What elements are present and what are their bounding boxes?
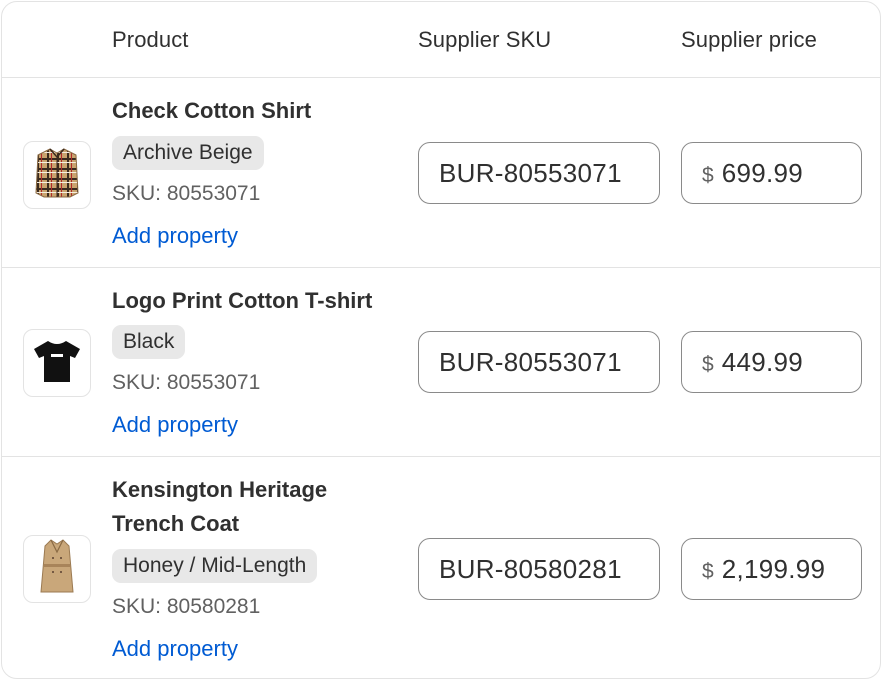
product-sku: SKU: 80553071: [112, 371, 261, 394]
price-value: 699.99: [721, 158, 804, 188]
column-header-supplier-price: Supplier price: [681, 27, 817, 52]
currency-symbol: $: [702, 353, 714, 376]
supplier-sku-input[interactable]: BUR-80553071: [418, 142, 660, 204]
add-property-link[interactable]: Add property: [112, 412, 238, 438]
variant-badge: Honey / Mid-Length: [112, 549, 318, 583]
product-thumbnail: [23, 535, 91, 603]
currency-symbol: $: [702, 164, 714, 187]
supplier-price-input[interactable]: $2,199.99: [681, 538, 862, 600]
supplier-price-input[interactable]: $449.99: [681, 331, 862, 393]
product-thumbnail: [23, 141, 91, 209]
product-name: Kensington Heritage: [112, 477, 328, 502]
table-header: Product Supplier SKU Supplier price: [2, 2, 880, 78]
table-row: Kensington Heritage Trench Coat Honey / …: [2, 457, 880, 678]
check-shirt-icon: [34, 145, 80, 206]
product-name: Check Cotton Shirt: [112, 98, 312, 123]
table-row: Check Cotton Shirt Archive Beige SKU: 80…: [2, 78, 880, 268]
add-property-link[interactable]: Add property: [112, 223, 238, 249]
column-header-product: Product: [112, 27, 189, 52]
supplier-sku-input[interactable]: BUR-80580281: [418, 538, 660, 600]
product-name: Logo Print Cotton T-shirt: [112, 288, 373, 313]
add-property-link[interactable]: Add property: [112, 636, 238, 662]
product-sku: SKU: 80580281: [112, 595, 261, 618]
variant-badge: Archive Beige: [112, 136, 264, 170]
variant-badge: Black: [112, 325, 186, 359]
price-value: 449.99: [721, 347, 804, 377]
currency-symbol: $: [702, 560, 714, 583]
trench-coat-icon: [39, 538, 75, 601]
table-row: Logo Print Cotton T-shirt Black SKU: 805…: [2, 268, 880, 457]
black-tshirt-icon: [32, 338, 82, 389]
column-header-supplier-sku: Supplier SKU: [418, 27, 552, 52]
product-thumbnail: [23, 329, 91, 397]
price-value: 2,199.99: [721, 554, 826, 584]
supplier-products-table: Product Supplier SKU Supplier price Chec…: [1, 1, 881, 679]
product-name-line2: Trench Coat: [112, 511, 240, 536]
supplier-sku-input[interactable]: BUR-80553071: [418, 331, 660, 393]
supplier-price-input[interactable]: $699.99: [681, 142, 862, 204]
product-sku: SKU: 80553071: [112, 182, 261, 205]
